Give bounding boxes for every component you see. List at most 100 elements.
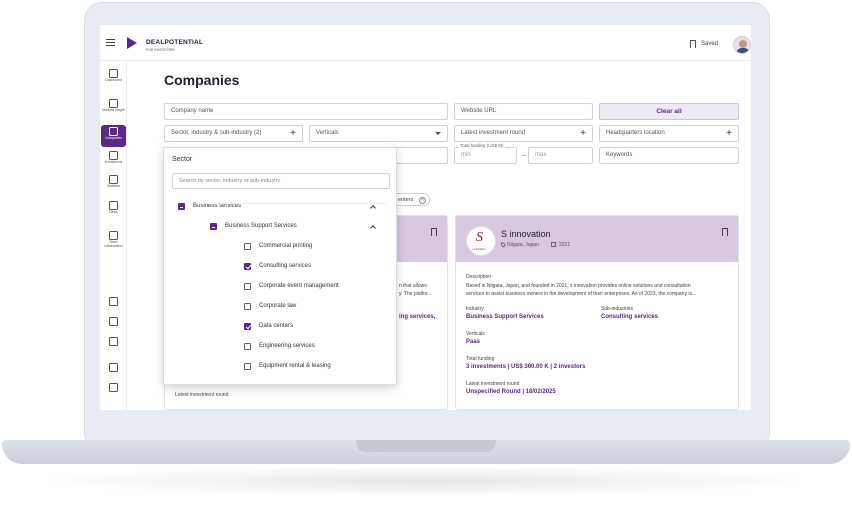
option-label: Consulting services [259,263,312,269]
card-description-line: y. The platfor... [399,291,432,297]
sector-search-input[interactable]: Search by sector, industry or sub-indust… [172,173,390,189]
bookmark-icon[interactable] [431,228,437,236]
latest-round-label: Latest investment round [175,392,229,398]
app-screen: DEALPOTENTIAL FOR INVESTORS Saved Dashbo… [100,25,751,410]
option-commercial-printing[interactable]: Commercial printing [244,241,384,255]
news-icon [109,201,118,210]
description-label: Description [466,274,492,280]
shield-icon[interactable] [109,383,118,392]
website-url-input[interactable]: Website URL [454,103,593,120]
company-logo: S s innovation [466,226,496,256]
option-consulting-services[interactable]: Consulting services [244,261,384,275]
sidebar-item-dashboard[interactable]: Dashboard [100,67,127,89]
checkbox[interactable] [244,303,251,310]
page-title: Companies [164,72,240,88]
menu-icon[interactable] [106,39,115,46]
chevron-up-icon[interactable] [370,205,376,211]
description-line: Based in Niigata, Japan, and founded in … [466,283,691,289]
close-icon[interactable]: × [419,196,426,204]
calendar-icon [551,242,556,247]
latest-round-filter[interactable]: Latest investment round + [454,125,593,142]
industry-value: Business Support Services [466,314,544,320]
brand-subtitle: FOR INVESTORS [146,48,175,52]
total-funding-label: Total funding (US$ M) [459,143,505,148]
total-funding-value: 3 investments | US$ 360.00 K | 2 investo… [466,364,586,370]
industry-label: Industry [466,306,484,312]
sidebar-item-companies[interactable]: Companies [101,125,126,147]
sidebar-item-label: Statistics [106,184,121,188]
verticals-select[interactable]: Verticals [309,125,448,142]
hq-location-filter[interactable]: Headquarters location + [599,125,739,142]
statistics-icon [109,175,118,184]
sidebar-item-label: Investments [104,160,123,164]
verticals-value: Paas [466,339,481,345]
option-corporate-event-management[interactable]: Corporate event management [244,281,384,295]
laptop-notch [356,440,496,452]
option-label: Commercial printing [259,243,313,249]
file-icon[interactable] [109,363,118,372]
option-label: Equipment rental & leasing [259,363,331,369]
funding-min-input[interactable]: min [454,147,517,164]
founded-year: 2021 [559,242,571,248]
checkbox[interactable] [244,343,251,350]
mail-icon[interactable] [109,337,118,346]
saved-button[interactable]: Saved [701,41,718,47]
brand-name: DEALPOTENTIAL [146,39,204,46]
bookmark-icon[interactable] [722,228,728,236]
latest-round-value: Unspecified Round | 18/02/2025 [466,389,556,395]
verticals-label: Verticals [466,331,485,337]
plus-icon: + [726,128,732,139]
sector-filter[interactable]: Sector, industry & sub-industry (2) + [164,125,303,142]
book-icon[interactable] [109,317,118,326]
logo-icon [127,37,137,49]
sidebar-item-investments[interactable]: Investments [100,149,127,171]
markets-icon [109,99,118,108]
plus-icon: + [290,128,296,139]
total-funding-label: Total funding [466,356,495,362]
card-subindustries: ing services, [399,314,436,320]
company-name-input[interactable]: Company name [164,103,448,120]
tree-item-label: Business Support Services [225,223,297,229]
avatar[interactable] [733,36,751,54]
checkbox[interactable] [244,263,251,270]
companies-icon [109,127,118,136]
checkbox[interactable] [244,323,251,330]
checkbox[interactable] [244,363,251,370]
team-icon [109,231,118,240]
sector-dropdown: Sector Search by sector, industry or sub… [163,147,397,385]
sidebar-item-markets-insight[interactable]: Markets insight [100,97,127,119]
partial-checkbox[interactable] [178,203,185,210]
card-header: S s innovation S innovation Niigata, Jap… [456,216,738,262]
sidebar-item-statistics[interactable]: Statistics [100,173,127,195]
checkbox[interactable] [244,283,251,290]
company-name[interactable]: S innovation [501,229,551,239]
company-card[interactable]: S s innovation S innovation Niigata, Jap… [455,215,739,410]
option-label: Corporate event management [259,283,339,289]
partial-checkbox[interactable] [210,223,217,230]
clear-all-button[interactable]: Clear all [599,103,739,120]
option-corporate-law[interactable]: Corporate law [244,301,384,315]
verticals-select-label: Verticals [316,130,339,136]
filter-chip-label: enters [398,197,414,203]
checkbox[interactable] [244,243,251,250]
subindustries-value: Consulting services [601,314,659,320]
option-engineering-services[interactable]: Engineering services [244,341,384,355]
latest-round-filter-label: Latest investment round [461,130,526,136]
company-location: Niigata, Japan [507,242,539,248]
option-equipment-rental-leasing[interactable]: Equipment rental & leasing [244,361,384,375]
laptop-shadow [40,466,812,496]
tree-item-business-support-services[interactable]: Business Support Services [210,221,388,235]
document-icon[interactable] [109,297,118,306]
top-bar: DEALPOTENTIAL FOR INVESTORS Saved [100,25,751,61]
option-label: Corporate law [259,303,297,309]
sector-filter-label: Sector, industry & sub-industry (2) [171,130,262,136]
sidebar-item-news[interactable]: News [100,199,127,221]
keywords-input[interactable]: Keywords [599,147,739,164]
chevron-up-icon[interactable] [370,225,376,231]
subindustries-label: Sub-industries [601,306,633,312]
option-data-centers[interactable]: Data centers [244,321,384,335]
sidebar-item-team-collaboration[interactable]: Team collaboration [100,229,127,255]
dropdown-title: Sector [172,156,193,163]
funding-max-input[interactable]: max [528,147,593,164]
plus-icon: + [580,128,586,139]
